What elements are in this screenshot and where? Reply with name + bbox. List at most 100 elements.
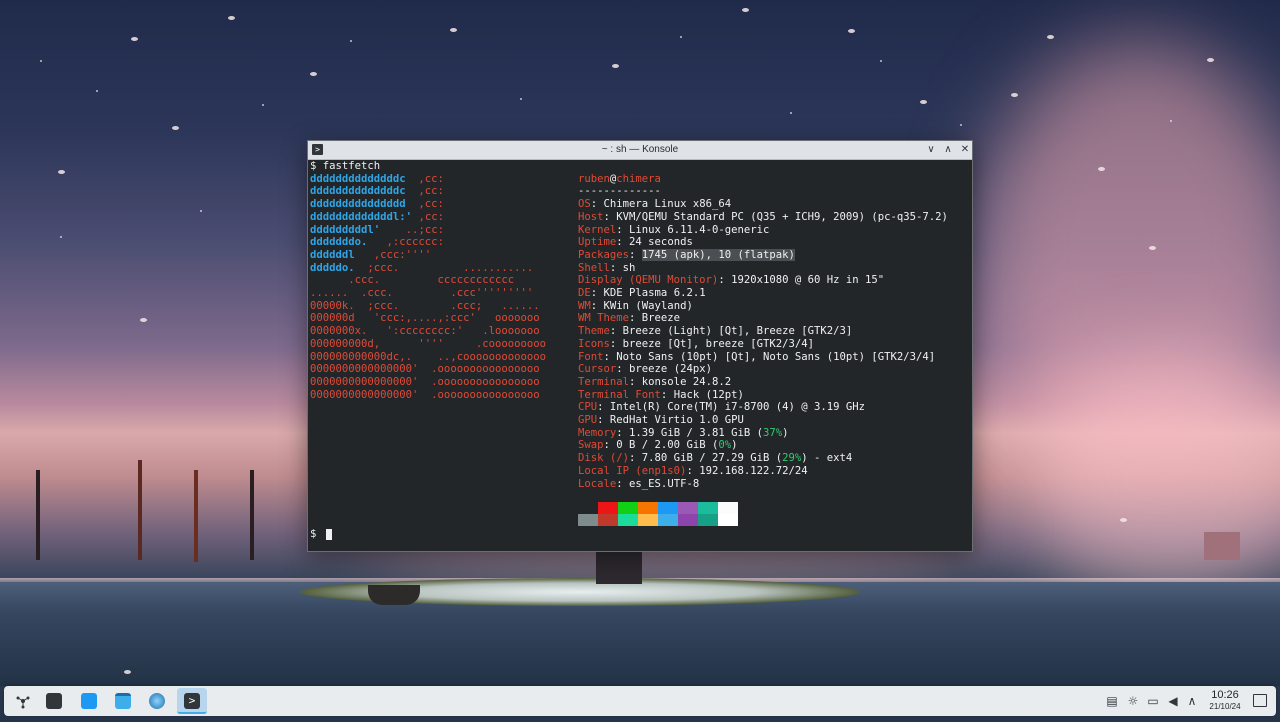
- color-swatch: [658, 502, 678, 514]
- logo-line: dddddddo. ,:cccccc:: [310, 236, 444, 249]
- logo-red-part: ,ccc:'''': [354, 248, 432, 261]
- plasma-panel: > ▤ ☼ ▭ ◀ ∧ 10:26 21/10/24: [4, 686, 1276, 716]
- logo-line: ddddddl ,ccc:'''': [310, 249, 431, 262]
- window-titlebar[interactable]: > ~ : sh — Konsole ∨ ∧ ✕: [308, 141, 972, 160]
- minimize-button[interactable]: ∨: [923, 142, 939, 158]
- petal: [848, 29, 855, 33]
- petal: [920, 100, 927, 104]
- logo-red-part: ,cc:: [405, 198, 444, 211]
- konsole-window[interactable]: > ~ : sh — Konsole ∨ ∧ ✕ $ fastfetch ddd…: [307, 140, 973, 552]
- trunk: [250, 470, 254, 560]
- logo-line: 0000000000000000' .oooooooooooooooo: [310, 389, 540, 402]
- color-swatch: [678, 514, 698, 526]
- info-key: WM: [578, 299, 591, 312]
- info-tail: ): [731, 439, 738, 452]
- logo-line: dddddo. ;ccc. ...........: [310, 262, 533, 275]
- info-value: Chimera Linux x86_64: [603, 198, 732, 211]
- color-swatch: [718, 514, 738, 526]
- info-value: KVM/QEMU Standard PC (Q35 + ICH9, 2009) …: [616, 210, 948, 223]
- color-swatch: [698, 502, 718, 514]
- info-colon: :: [616, 426, 630, 439]
- close-button[interactable]: ✕: [957, 142, 973, 158]
- file-manager-button[interactable]: [108, 688, 138, 714]
- logo-red-part: ,cc:: [405, 185, 444, 198]
- info-key: OS: [578, 198, 591, 211]
- info-key: Terminal Font: [578, 388, 661, 401]
- logo-blue-part: ddddddddddddddd: [310, 198, 406, 211]
- show-desktop-button[interactable]: [1253, 694, 1267, 707]
- logo-line: 000000000d, '''' .cooooooooo: [310, 338, 546, 351]
- star: [262, 104, 264, 106]
- info-colon: :: [629, 248, 642, 261]
- logo-line: 00000k. ;ccc. .ccc; ......: [310, 300, 540, 313]
- info-value: Hack (12pt): [673, 388, 744, 401]
- trunk: [194, 470, 198, 562]
- konsole-task-button[interactable]: >: [177, 688, 207, 714]
- web-browser-button[interactable]: [142, 688, 172, 714]
- info-colon: :: [616, 477, 630, 490]
- info-line: DE: KDE Plasma 6.2.1: [578, 287, 706, 300]
- info-colon: :: [590, 299, 604, 312]
- color-swatch: [618, 502, 638, 514]
- star: [200, 210, 202, 212]
- brightness-icon[interactable]: ☼: [1125, 693, 1141, 709]
- petal: [1011, 93, 1018, 97]
- petal: [310, 72, 317, 76]
- logo-line: 000000000000dc,. ..,cooooooooooooo: [310, 351, 546, 364]
- digital-clock[interactable]: 10:26 21/10/24: [1200, 689, 1250, 712]
- logo-red-part: 0000000x. ':cccccccc:' .looooooo: [310, 325, 540, 338]
- logo-line: dddddddddddddl:' ,cc:: [310, 211, 444, 224]
- logo-line: ddddddddddddddc ,cc:: [310, 173, 444, 186]
- logo-line: .ccc. cccccccccccc: [310, 274, 514, 287]
- info-key: GPU: [578, 414, 598, 426]
- info-line: Disk (/): 7.80 GiB / 27.29 GiB (29%) - e…: [578, 452, 852, 465]
- petal: [1047, 35, 1054, 39]
- discover-store-icon: [81, 693, 97, 709]
- logo-blue-part: dddddddo.: [310, 236, 368, 249]
- info-line: Display (QEMU Monitor): 1920x1080 @ 60 H…: [578, 274, 884, 287]
- color-swatch: [578, 514, 598, 526]
- star: [96, 90, 98, 92]
- info-colon: :: [686, 464, 700, 477]
- petal: [140, 318, 147, 322]
- color-swatch: [598, 514, 618, 526]
- info-value: RedHat Virtio 1.0 GPU: [609, 414, 744, 426]
- logo-red-part: 0000000000000000' .oooooooooooooooo: [310, 388, 540, 401]
- application-launcher-button[interactable]: [8, 688, 38, 714]
- star: [60, 236, 62, 238]
- info-key: Locale: [578, 477, 617, 490]
- clipboard-icon[interactable]: ▤: [1104, 693, 1120, 709]
- color-swatch: [598, 502, 618, 514]
- maximize-button[interactable]: ∧: [940, 142, 956, 158]
- color-swatch: [718, 502, 738, 514]
- shell-prompt: $: [310, 528, 317, 540]
- info-line: Local IP (enp1s0): 192.168.122.72/24: [578, 465, 808, 478]
- info-value: konsole 24.8.2: [641, 375, 732, 388]
- logo-red-part: 000000d 'ccc:,....,:ccc' ooooooo: [310, 312, 540, 325]
- info-colon: :: [590, 198, 604, 211]
- color-swatch: [638, 514, 658, 526]
- info-tail: ): [782, 426, 789, 439]
- discover-store-button[interactable]: [74, 688, 104, 714]
- info-value: sh: [622, 261, 636, 274]
- info-value: Intel(R) Core(TM) i7-8700 (4) @ 3.19 GHz: [609, 401, 866, 414]
- info-key: Kernel: [578, 223, 617, 236]
- info-key: Icons: [578, 337, 610, 350]
- info-percent: 37%: [762, 426, 783, 439]
- volume-icon[interactable]: ◀: [1165, 693, 1181, 709]
- logo-line: 0000000000000000' .oooooooooooooooo: [310, 363, 540, 376]
- logo-blue-part: ddddddddddddddc: [310, 185, 406, 198]
- logo-red-part: ,cc:: [412, 210, 444, 223]
- info-colon: :: [609, 337, 623, 350]
- terminal-area[interactable]: $ fastfetch ddddddddddddddc ,cc: dddddddd…: [310, 160, 970, 549]
- info-line: CPU: Intel(R) Core(TM) i7-8700 (4) @ 3.1…: [578, 401, 865, 414]
- expand-tray-icon[interactable]: ∧: [1184, 693, 1200, 709]
- info-line: Font: Noto Sans (10pt) [Qt], Noto Sans (…: [578, 351, 935, 364]
- logo-blue-part: dddddddddddddl:': [310, 210, 413, 223]
- info-colon: :: [609, 261, 623, 274]
- info-value: 192.168.122.72/24: [699, 464, 808, 477]
- house: [1204, 532, 1240, 560]
- display-icon[interactable]: ▭: [1145, 693, 1161, 709]
- info-colon: :: [660, 388, 674, 401]
- system-settings-button[interactable]: [39, 688, 69, 714]
